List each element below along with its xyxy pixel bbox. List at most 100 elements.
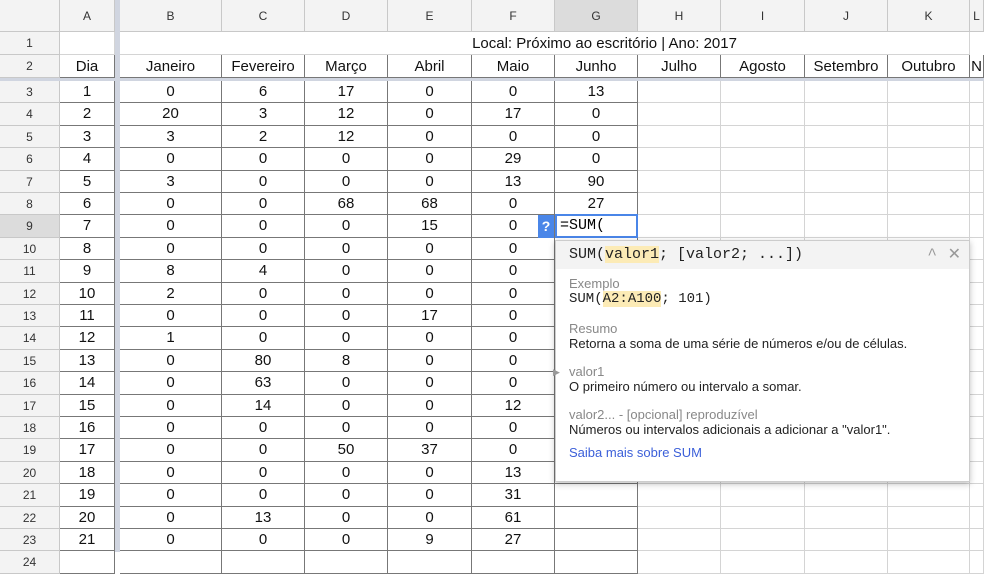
empty-cell[interactable] xyxy=(721,506,805,529)
row-header-21[interactable]: 21 xyxy=(0,484,60,507)
column-header-a[interactable]: A xyxy=(60,0,115,32)
data-cell[interactable]: 13 xyxy=(555,81,638,104)
data-cell[interactable]: 0 xyxy=(222,170,305,193)
data-cell[interactable]: 0 xyxy=(120,394,222,417)
data-cell[interactable]: 1 xyxy=(60,81,115,104)
header-cell[interactable]: Março xyxy=(305,55,388,78)
data-cell[interactable]: 0 xyxy=(305,484,388,507)
data-cell[interactable]: 29 xyxy=(472,148,555,171)
empty-cell[interactable] xyxy=(721,125,805,149)
data-cell[interactable]: 50 xyxy=(305,439,388,462)
data-cell[interactable]: 4 xyxy=(60,148,115,171)
data-cell[interactable]: 0 xyxy=(222,417,305,440)
column-header-g[interactable]: G xyxy=(555,0,638,32)
close-icon[interactable]: ✕ xyxy=(948,241,961,269)
data-cell[interactable]: 0 xyxy=(222,193,305,216)
data-cell[interactable]: 0 xyxy=(388,170,472,193)
empty-cell[interactable] xyxy=(222,551,305,574)
data-cell[interactable]: 27 xyxy=(472,529,555,552)
data-cell[interactable]: 0 xyxy=(120,529,222,552)
data-cell[interactable]: 0 xyxy=(120,305,222,328)
data-cell[interactable]: 0 xyxy=(305,327,388,350)
empty-cell[interactable] xyxy=(970,282,984,305)
column-header-h[interactable]: H xyxy=(638,0,721,32)
data-cell[interactable]: 0 xyxy=(222,305,305,328)
data-cell[interactable]: 13 xyxy=(472,461,555,485)
data-cell[interactable]: 0 xyxy=(555,103,638,126)
collapse-icon[interactable]: ^ xyxy=(927,241,937,269)
header-cell[interactable]: Junho xyxy=(555,55,638,78)
data-cell[interactable]: 4 xyxy=(222,260,305,283)
data-cell[interactable]: 0 xyxy=(120,506,222,529)
data-cell[interactable]: 17 xyxy=(305,81,388,104)
data-cell[interactable]: 9 xyxy=(60,260,115,283)
data-cell[interactable]: 0 xyxy=(388,417,472,440)
empty-cell[interactable] xyxy=(638,81,721,104)
empty-cell[interactable] xyxy=(805,551,888,574)
empty-cell[interactable] xyxy=(970,484,984,507)
data-cell[interactable]: 15 xyxy=(60,394,115,417)
empty-cell[interactable] xyxy=(888,148,970,171)
empty-cell[interactable] xyxy=(721,170,805,193)
empty-cell[interactable] xyxy=(638,193,721,216)
data-cell[interactable]: 0 xyxy=(222,439,305,462)
row-header-4[interactable]: 4 xyxy=(0,103,60,126)
data-cell[interactable]: 10 xyxy=(60,282,115,305)
header-cell[interactable]: Abril xyxy=(388,55,472,78)
empty-cell[interactable] xyxy=(472,551,555,574)
data-cell[interactable]: 0 xyxy=(388,81,472,104)
data-cell[interactable]: 0 xyxy=(222,282,305,305)
data-cell[interactable]: 14 xyxy=(222,394,305,417)
data-cell[interactable]: 3 xyxy=(60,125,115,149)
empty-cell[interactable] xyxy=(970,461,984,485)
data-cell[interactable]: 2 xyxy=(222,125,305,149)
data-cell[interactable]: 0 xyxy=(305,215,388,238)
empty-cell[interactable] xyxy=(970,103,984,126)
data-cell[interactable]: 0 xyxy=(120,461,222,485)
row-header-22[interactable]: 22 xyxy=(0,506,60,529)
data-cell[interactable]: 0 xyxy=(305,148,388,171)
empty-cell[interactable] xyxy=(888,125,970,149)
empty-cell[interactable] xyxy=(638,103,721,126)
data-cell[interactable]: 0 xyxy=(472,349,555,373)
data-cell[interactable]: 0 xyxy=(120,484,222,507)
frozen-column-divider[interactable] xyxy=(115,0,120,552)
data-cell[interactable]: 0 xyxy=(388,327,472,350)
data-cell[interactable]: 68 xyxy=(388,193,472,216)
empty-cell[interactable] xyxy=(555,484,638,507)
empty-cell[interactable] xyxy=(60,551,115,574)
column-header-j[interactable]: J xyxy=(805,0,888,32)
data-cell[interactable]: 0 xyxy=(305,506,388,529)
empty-cell[interactable] xyxy=(721,103,805,126)
data-cell[interactable]: 3 xyxy=(222,103,305,126)
data-cell[interactable]: 20 xyxy=(120,103,222,126)
empty-cell[interactable] xyxy=(721,484,805,507)
empty-cell[interactable] xyxy=(970,529,984,552)
data-cell[interactable]: 31 xyxy=(472,484,555,507)
data-cell[interactable]: 0 xyxy=(305,305,388,328)
data-cell[interactable]: 0 xyxy=(472,282,555,305)
column-header-l[interactable]: L xyxy=(970,0,984,32)
header-cell[interactable]: Agosto xyxy=(721,55,805,78)
data-cell[interactable]: 8 xyxy=(120,260,222,283)
data-cell[interactable]: 0 xyxy=(388,506,472,529)
data-cell[interactable]: 0 xyxy=(388,394,472,417)
data-cell[interactable]: 2 xyxy=(60,103,115,126)
empty-cell[interactable] xyxy=(638,170,721,193)
column-header-f[interactable]: F xyxy=(472,0,555,32)
data-cell[interactable]: 21 xyxy=(60,529,115,552)
header-cell[interactable]: Julho xyxy=(638,55,721,78)
empty-cell[interactable] xyxy=(888,81,970,104)
empty-cell[interactable] xyxy=(970,81,984,104)
data-cell[interactable]: 17 xyxy=(388,305,472,328)
row-header-19[interactable]: 19 xyxy=(0,439,60,462)
data-cell[interactable]: 3 xyxy=(120,170,222,193)
empty-cell[interactable] xyxy=(120,551,222,574)
data-cell[interactable]: 0 xyxy=(472,193,555,216)
data-cell[interactable]: 0 xyxy=(472,439,555,462)
empty-cell[interactable] xyxy=(638,215,721,238)
frozen-row-divider[interactable] xyxy=(0,78,984,81)
data-cell[interactable]: 0 xyxy=(472,260,555,283)
empty-cell[interactable] xyxy=(638,125,721,149)
data-cell[interactable]: 90 xyxy=(555,170,638,193)
